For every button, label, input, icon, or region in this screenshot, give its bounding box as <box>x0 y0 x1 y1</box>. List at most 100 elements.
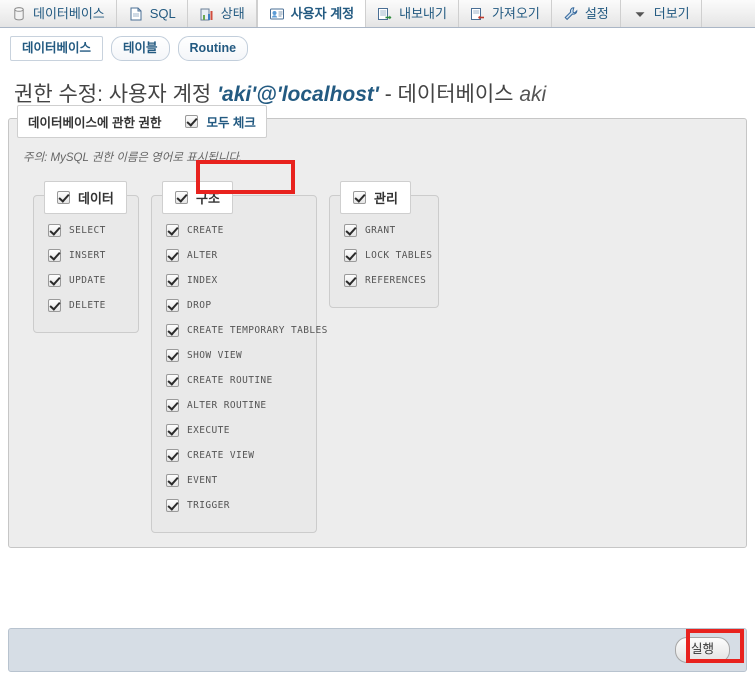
privilege-label: CREATE <box>187 225 224 236</box>
privilege-checkbox-create-view[interactable] <box>166 449 179 462</box>
privilege-label: UPDATE <box>69 275 106 286</box>
nav-tab-import[interactable]: 가져오기 <box>459 0 552 27</box>
nav-tab-user-accounts[interactable]: 사용자 계정 <box>256 0 367 27</box>
form-footer: 실행 <box>8 628 747 672</box>
go-button[interactable]: 실행 <box>674 637 730 663</box>
sql-icon <box>128 6 144 22</box>
privilege-label: TRIGGER <box>187 500 230 511</box>
status-chart-icon <box>199 6 215 22</box>
privilege-group-structure: 구조 CREATE ALTER INDEX DROP CREATE TEMPOR… <box>151 181 327 533</box>
privileges-note: 주의: MySQL 권한 이름은 영어로 표시됩니다. <box>23 152 243 164</box>
nav-tab-label: 설정 <box>584 6 609 21</box>
privilege-checkbox-update[interactable] <box>48 274 61 287</box>
privilege-checkbox-references[interactable] <box>344 274 357 287</box>
nav-tab-databases[interactable]: 데이터베이스 <box>0 0 117 27</box>
privilege-row[interactable]: DROP <box>166 293 302 318</box>
nav-tab-export[interactable]: 내보내기 <box>366 0 459 27</box>
nav-tab-label: 가져오기 <box>491 6 540 21</box>
group-structure-label: 구조 <box>196 191 220 206</box>
privilege-label: DELETE <box>69 300 106 311</box>
privilege-row[interactable]: CREATE <box>166 218 302 243</box>
privilege-label: SHOW VIEW <box>187 350 243 361</box>
privilege-checkbox-alter[interactable] <box>166 249 179 262</box>
privileges-panel-legend: 데이터베이스에 관한 권한 모두 체크 <box>17 105 267 138</box>
privilege-label: ALTER <box>187 250 218 261</box>
privileges-panel-legend-label: 데이터베이스에 관한 권한 <box>28 116 162 130</box>
import-icon <box>470 6 486 22</box>
subtab-routine[interactable]: Routine <box>177 36 249 61</box>
privilege-row[interactable]: SHOW VIEW <box>166 343 302 368</box>
privilege-row[interactable]: CREATE ROUTINE <box>166 368 302 393</box>
privilege-label: GRANT <box>365 225 396 236</box>
page-title-account: 'aki'@'localhost' <box>217 83 379 106</box>
privilege-label: CREATE VIEW <box>187 450 255 461</box>
privilege-label: DROP <box>187 300 212 311</box>
privilege-row[interactable]: LOCK TABLES <box>344 243 432 268</box>
check-all-label[interactable]: 모두 체크 <box>206 112 255 131</box>
nav-tab-label: 상태 <box>220 6 245 21</box>
privilege-checkbox-create[interactable] <box>166 224 179 237</box>
main-navigation-tabs: 데이터베이스 SQL 상태 사용자 계정 내보내기 가져오기 설정 더보기 <box>0 0 755 28</box>
privilege-row[interactable]: ALTER ROUTINE <box>166 393 302 418</box>
privilege-row[interactable]: INSERT <box>48 243 124 268</box>
privilege-checkbox-trigger[interactable] <box>166 499 179 512</box>
privilege-label: REFERENCES <box>365 275 427 286</box>
check-all-checkbox[interactable] <box>185 115 199 128</box>
subtab-tables[interactable]: 테이블 <box>111 36 170 61</box>
privilege-label: CREATE TEMPORARY TABLES <box>187 325 328 336</box>
privilege-checkbox-event[interactable] <box>166 474 179 487</box>
privilege-group-data: 데이터 SELECT INSERT UPDATE DELETE <box>33 181 139 333</box>
privilege-label: CREATE ROUTINE <box>187 375 273 386</box>
group-administration-checkbox[interactable] <box>353 191 366 204</box>
privilege-group-administration: 관리 GRANT LOCK TABLES REFERENCES <box>329 181 439 308</box>
privilege-row[interactable]: REFERENCES <box>344 268 427 293</box>
privilege-checkbox-select[interactable] <box>48 224 61 237</box>
privilege-row[interactable]: SELECT <box>48 218 124 243</box>
page-title-prefix: 권한 수정: 사용자 계정 <box>14 83 218 106</box>
page-title-database: aki <box>519 83 547 106</box>
privilege-checkbox-index[interactable] <box>166 274 179 287</box>
privilege-checkbox-delete[interactable] <box>48 299 61 312</box>
nav-tab-status[interactable]: 상태 <box>188 0 257 27</box>
privileges-panel-wrapper: 데이터베이스에 관한 권한 모두 체크 주의: MySQL 권한 이름은 영어로… <box>0 105 755 548</box>
privilege-row[interactable]: EVENT <box>166 468 302 493</box>
chevron-down-icon <box>632 6 648 22</box>
privilege-label: SELECT <box>69 225 106 236</box>
privilege-row[interactable]: ALTER <box>166 243 302 268</box>
privilege-label: EVENT <box>187 475 218 486</box>
wrench-settings-icon <box>563 6 579 22</box>
privilege-checkbox-lock-tables[interactable] <box>344 249 357 262</box>
nav-tab-label: 더보기 <box>653 6 690 21</box>
subtab-databases[interactable]: 데이터베이스 <box>10 36 104 61</box>
group-structure-checkbox[interactable] <box>175 191 188 204</box>
nav-tab-settings[interactable]: 설정 <box>552 0 621 27</box>
privilege-checkbox-drop[interactable] <box>166 299 179 312</box>
privilege-columns: 데이터 SELECT INSERT UPDATE DELETE 구조 CREAT… <box>21 181 734 533</box>
privilege-group-structure-legend: 구조 <box>162 181 233 214</box>
nav-tab-label: 데이터베이스 <box>33 6 105 21</box>
nav-tab-sql[interactable]: SQL <box>117 0 188 27</box>
privilege-row[interactable]: INDEX <box>166 268 302 293</box>
privilege-row[interactable]: UPDATE <box>48 268 124 293</box>
privilege-checkbox-alter-routine[interactable] <box>166 399 179 412</box>
privilege-checkbox-create-routine[interactable] <box>166 374 179 387</box>
privilege-row[interactable]: DELETE <box>48 293 124 318</box>
privilege-row[interactable]: CREATE TEMPORARY TABLES <box>166 318 327 343</box>
privilege-group-administration-legend: 관리 <box>340 181 411 214</box>
privilege-checkbox-insert[interactable] <box>48 249 61 262</box>
nav-tab-more[interactable]: 더보기 <box>621 0 702 27</box>
nav-tab-label: 사용자 계정 <box>290 6 355 21</box>
privilege-row[interactable]: EXECUTE <box>166 418 302 443</box>
privilege-group-data-legend: 데이터 <box>44 181 127 214</box>
privilege-row[interactable]: TRIGGER <box>166 493 302 518</box>
group-data-checkbox[interactable] <box>57 191 70 204</box>
privilege-checkbox-grant[interactable] <box>344 224 357 237</box>
privilege-checkbox-create-temporary-tables[interactable] <box>166 324 179 337</box>
sub-navigation-tabs: 데이터베이스 테이블 Routine <box>0 28 755 64</box>
privilege-row[interactable]: CREATE VIEW <box>166 443 302 468</box>
privilege-checkbox-execute[interactable] <box>166 424 179 437</box>
privilege-row[interactable]: GRANT <box>344 218 424 243</box>
group-data-label: 데이터 <box>78 191 114 206</box>
privilege-checkbox-show-view[interactable] <box>166 349 179 362</box>
user-accounts-icon <box>269 6 285 22</box>
